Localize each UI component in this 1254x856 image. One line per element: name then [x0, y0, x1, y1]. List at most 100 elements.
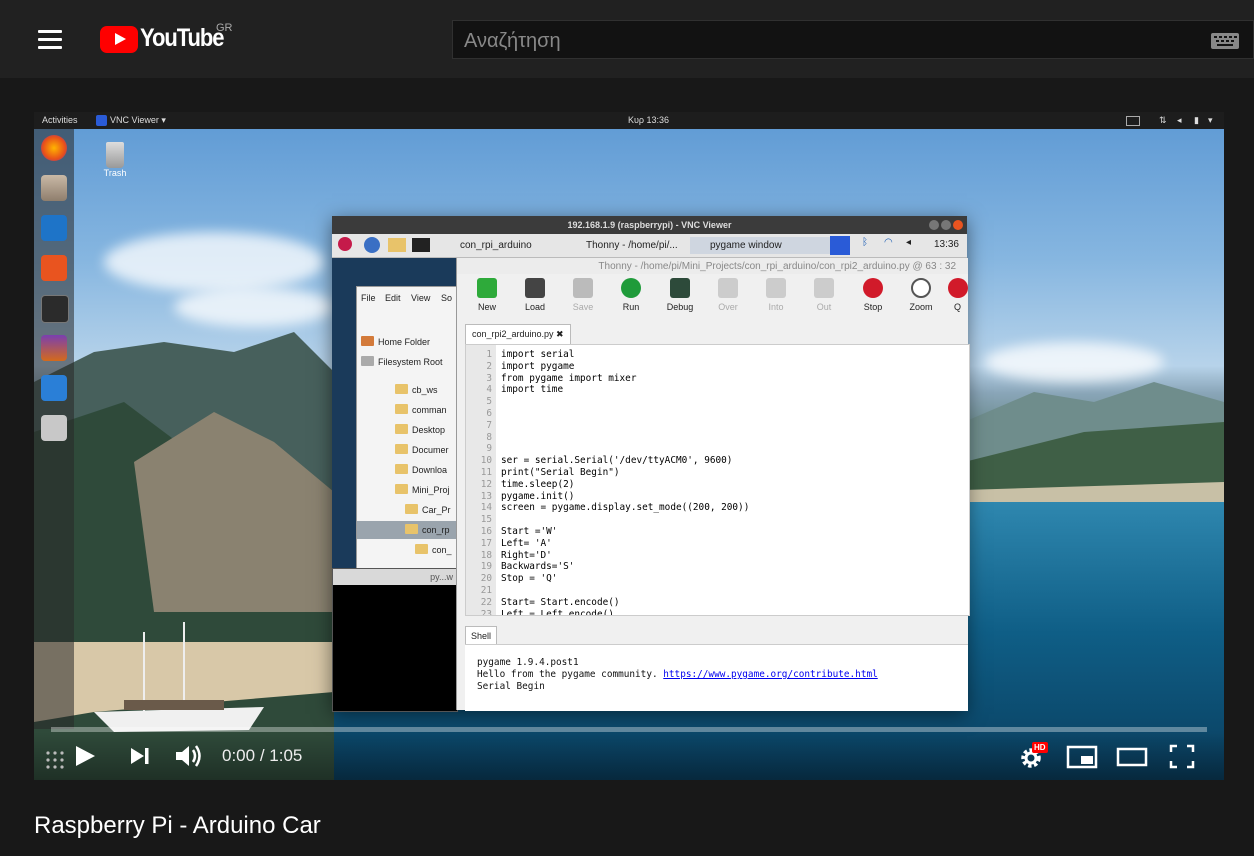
tool-new: New	[465, 278, 509, 312]
code-line: Start ='W'	[501, 526, 558, 537]
vnc-title: 192.168.1.9 (raspberrypi) - VNC Viewer	[567, 220, 732, 230]
code-line: from pygame import mixer	[501, 372, 637, 384]
line-number: 9	[486, 443, 492, 455]
run-icon	[621, 278, 641, 298]
search-box[interactable]	[452, 20, 1254, 59]
fm-place-home: Home Folder	[357, 333, 461, 351]
code-line: Stop = 'Q'	[501, 573, 558, 585]
folder-icon	[395, 464, 408, 474]
quit-icon	[947, 278, 968, 298]
ubuntu-dock	[34, 129, 74, 729]
drive-icon	[361, 356, 374, 366]
fm-menu-sort: So	[441, 293, 453, 303]
volume-button[interactable]	[168, 736, 208, 776]
line-number: 17	[480, 537, 492, 549]
code-line: Left = Left.encode()	[501, 608, 614, 616]
tool-save: Save	[561, 278, 605, 312]
trash-desktop-icon: Trash	[102, 142, 128, 178]
tool-over: Over	[706, 278, 750, 312]
country-code: GR	[216, 22, 233, 34]
home-icon	[361, 336, 374, 346]
line-number: 2	[486, 360, 492, 372]
raspberry-icon	[338, 237, 352, 251]
folder-icon	[388, 238, 406, 252]
fm-place-root: Filesystem Root	[357, 353, 461, 371]
time-display: 0:00 / 1:05	[222, 746, 302, 766]
keyboard-icon[interactable]	[1211, 33, 1239, 49]
thonny-title: Thonny - /home/pi/Mini_Projects/con_rpi_…	[598, 261, 956, 272]
line-number: 6	[486, 408, 492, 419]
code-line: import pygame	[501, 360, 575, 372]
pygame-window: py...w	[332, 568, 458, 712]
play-button[interactable]	[64, 736, 104, 776]
code-line: Start= Start.encode()	[501, 596, 620, 608]
tool-label: Save	[572, 302, 594, 312]
taskbar-tab-thonny: Thonny - /home/pi/...	[586, 240, 678, 251]
gnome-clock: Κυρ 13:36	[628, 115, 670, 125]
fm-tree-label: Downloa	[412, 465, 448, 475]
player-controls: 0:00 / 1:05 HD	[34, 732, 1224, 780]
theater-mode-button[interactable]	[1112, 736, 1152, 776]
system-menu-icon: ▾	[1208, 115, 1213, 125]
thonny-toolbar: New Load Save Run Debug Over Into Out St…	[457, 274, 968, 320]
vnc-tray-icon	[830, 236, 850, 255]
line-number: 8	[486, 431, 492, 443]
tool-load: Load	[513, 278, 557, 312]
line-number: 16	[480, 526, 492, 537]
shell-panel: pygame 1.9.4.post1 Hello from the pygame…	[465, 644, 968, 711]
hd-badge: HD	[1032, 742, 1048, 753]
step-out-icon	[814, 278, 834, 298]
search-input[interactable]	[462, 25, 1166, 57]
tool-label: Into	[768, 302, 784, 312]
settings-app-icon	[41, 415, 67, 441]
taskbar-tab-filemanager: con_rpi_arduino	[460, 240, 532, 251]
line-number: 22	[480, 596, 492, 608]
line-number: 15	[480, 514, 492, 526]
line-number-gutter: 1 2 3 4 5 6 7 8 9 10 11 12 13 14 15 16 17 18 19 20 21 22 23	[466, 345, 496, 615]
masthead: YouTube GR	[0, 0, 1254, 78]
code-line: import serial	[501, 349, 575, 360]
miniplayer-button[interactable]	[1062, 736, 1102, 776]
terminal-icon	[41, 295, 69, 323]
tool-label: Debug	[666, 302, 694, 312]
fm-place-label: Home Folder	[378, 337, 431, 347]
fm-tree-label: comman	[412, 405, 447, 415]
folder-icon	[395, 424, 408, 434]
files-icon	[41, 175, 67, 201]
fm-tree-label: Mini_Proj	[412, 485, 450, 495]
code-line: import time	[501, 384, 564, 396]
load-icon	[525, 278, 545, 298]
shell-link: https://www.pygame.org/contribute.html	[663, 669, 878, 680]
activities-button: Activities	[42, 115, 78, 125]
shell-text: Hello from the pygame community.	[477, 669, 664, 680]
video-player[interactable]: Activities VNC Viewer ▾ Κυρ 13:36 ⇅ ◂ ▮ …	[34, 112, 1224, 780]
tool-label: Stop	[863, 302, 883, 312]
shell-tab: Shell	[465, 626, 498, 645]
browser-icon	[364, 237, 380, 253]
ubuntu-top-bar: Activities VNC Viewer ▾ Κυρ 13:36 ⇅ ◂ ▮ …	[34, 112, 1224, 129]
fullscreen-button[interactable]	[1162, 736, 1202, 776]
line-number: 12	[480, 478, 492, 490]
time-separator: /	[255, 746, 270, 765]
vnc-title-bar: 192.168.1.9 (raspberrypi) - VNC Viewer	[332, 216, 967, 234]
code-editor: 1 2 3 4 5 6 7 8 9 10 11 12 13 14 15 16 17 18 19 20 21 22 23 im…	[465, 344, 970, 616]
next-button[interactable]	[120, 736, 160, 776]
line-number: 10	[480, 455, 492, 467]
sailboat	[94, 622, 264, 732]
time-total: 1:05	[269, 746, 303, 765]
tool-label: Load	[524, 302, 546, 312]
shell-line: Serial Begin	[477, 681, 545, 692]
code-line: screen = pygame.display.set_mode((200, 2…	[501, 502, 750, 514]
tool-label: Run	[622, 302, 640, 312]
line-number: 14	[480, 502, 492, 514]
wifi-icon: ◠	[884, 237, 893, 248]
trash-label: Trash	[103, 168, 127, 178]
guide-menu-button[interactable]	[30, 24, 70, 56]
settings-button[interactable]: HD	[1012, 736, 1052, 776]
line-number: 23	[480, 608, 492, 616]
stop-icon	[863, 278, 883, 298]
line-number: 11	[480, 467, 492, 478]
bluetooth-icon: ᛒ	[862, 237, 868, 248]
debug-icon	[670, 278, 690, 298]
tool-label: Out	[816, 302, 832, 312]
